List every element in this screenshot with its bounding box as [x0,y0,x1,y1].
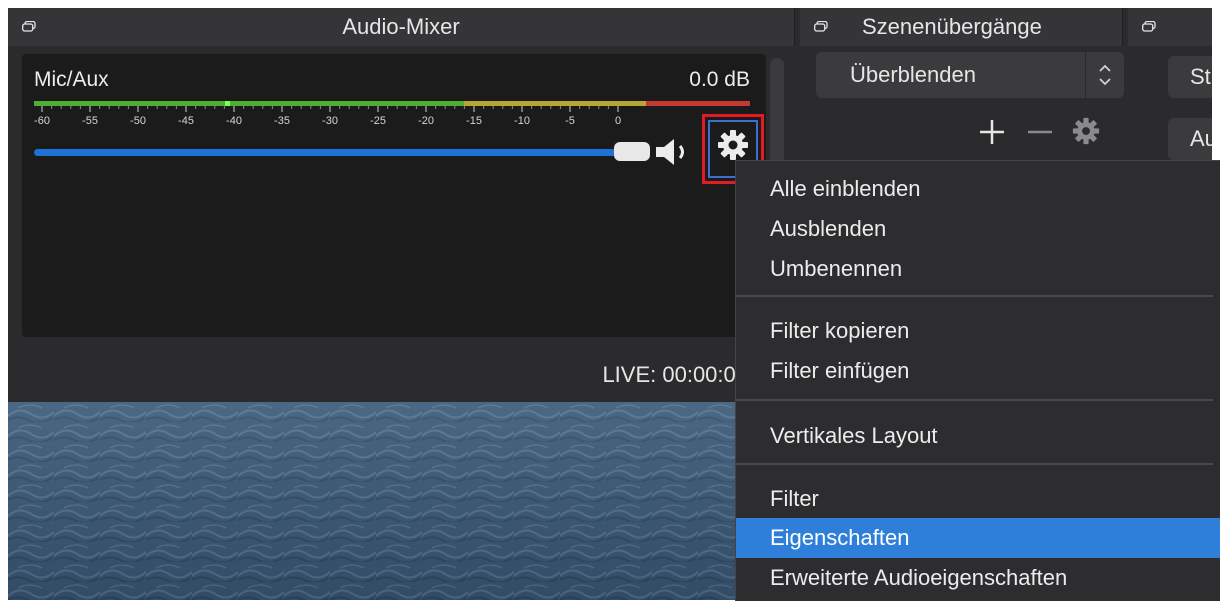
meter-yellow-segment [464,101,646,106]
meter-tick-label: 0 [615,115,621,127]
preview-canvas [8,402,748,600]
status-bar: LIVE: 00:00:00 [8,344,748,402]
transition-select-value: Überblenden [850,62,976,87]
meter-tick-label: -55 [82,115,98,127]
meter-tick-label: -35 [274,115,290,127]
meter-tick-label: -20 [418,115,434,127]
meter-tick-label: -15 [466,115,482,127]
meter-tick-label: -45 [178,115,194,127]
context-menu: Alle einblenden Ausblenden Umbenennen Fi… [735,160,1220,601]
scene-transitions-title: Szenenübergänge [862,14,1042,39]
meter-tick-label: -40 [226,115,242,127]
menu-item-rename[interactable]: Umbenennen [736,249,1220,289]
meter-tick-label: -30 [322,115,338,127]
menu-item-vertical-layout[interactable]: Vertikales Layout [736,416,1220,456]
gear-icon [718,130,748,160]
controls-dock-title[interactable] [1128,8,1212,46]
menu-item-properties[interactable]: Eigenschaften [736,518,1220,558]
scene-transitions-dock-title[interactable]: Szenenübergänge [800,8,1123,46]
menu-item-show-all[interactable]: Alle einblenden [736,169,1220,209]
meter-red-segment [646,101,750,106]
chevron-up-down-icon [1085,52,1124,98]
menu-item-paste-filters[interactable]: Filter einfügen [736,351,1220,391]
meter-ticks: -60 -55 -50 -45 -40 -35 -30 -25 -20 -15 -10 -5 0 [34,106,621,127]
audio-mixer-dock-title[interactable]: Audio-Mixer [8,8,795,46]
menu-item-hide[interactable]: Ausblenden [736,209,1220,249]
meter-peak-indicator [225,101,230,106]
menu-item-advanced-audio-properties[interactable]: Erweiterte Audioeigenschaften [736,558,1220,598]
menu-item-copy-filters[interactable]: Filter kopieren [736,311,1220,351]
menu-item-filters[interactable]: Filter [736,479,1220,519]
track-name: Mic/Aux [34,68,109,91]
meter-tick-label: -60 [34,115,50,127]
meter-tick-label: -5 [565,115,575,127]
gear-icon[interactable] [1072,117,1100,145]
meter-green-segment [34,101,464,106]
meter-tick-label: -25 [370,115,386,127]
menu-separator [736,399,1213,401]
meter-tick-label: -50 [130,115,146,127]
mixer-track-panel: Mic/Aux 0.0 dB -60 -55 -50 -45 -40 -35 -30 -25-… [22,54,766,337]
audio-button[interactable]: Au [1168,118,1212,160]
audio-button-label: Au [1190,126,1212,151]
start-streaming-label: St [1190,64,1211,89]
menu-separator [736,463,1213,465]
volume-meter: -60 -55 -50 -45 -40 -35 -30 -25 -20 -15 -10 -5 0 [34,101,750,127]
audio-mixer-title: Audio-Mixer [342,14,460,39]
float-dock-icon[interactable] [1142,21,1156,32]
transition-select[interactable]: Überblenden [816,52,1124,98]
volume-slider-track[interactable] [34,149,616,156]
meter-tick-label: -10 [514,115,530,127]
volume-slider-handle[interactable] [614,142,650,161]
plus-icon[interactable] [978,118,1006,146]
minus-icon[interactable] [1026,118,1054,146]
menu-separator [736,295,1213,297]
start-streaming-button[interactable]: St [1168,56,1212,98]
float-dock-icon[interactable] [814,21,828,32]
speaker-icon[interactable] [654,136,696,168]
track-level-db: 0.0 dB [689,68,750,91]
live-timer: LIVE: 00:00:00 [602,362,748,387]
